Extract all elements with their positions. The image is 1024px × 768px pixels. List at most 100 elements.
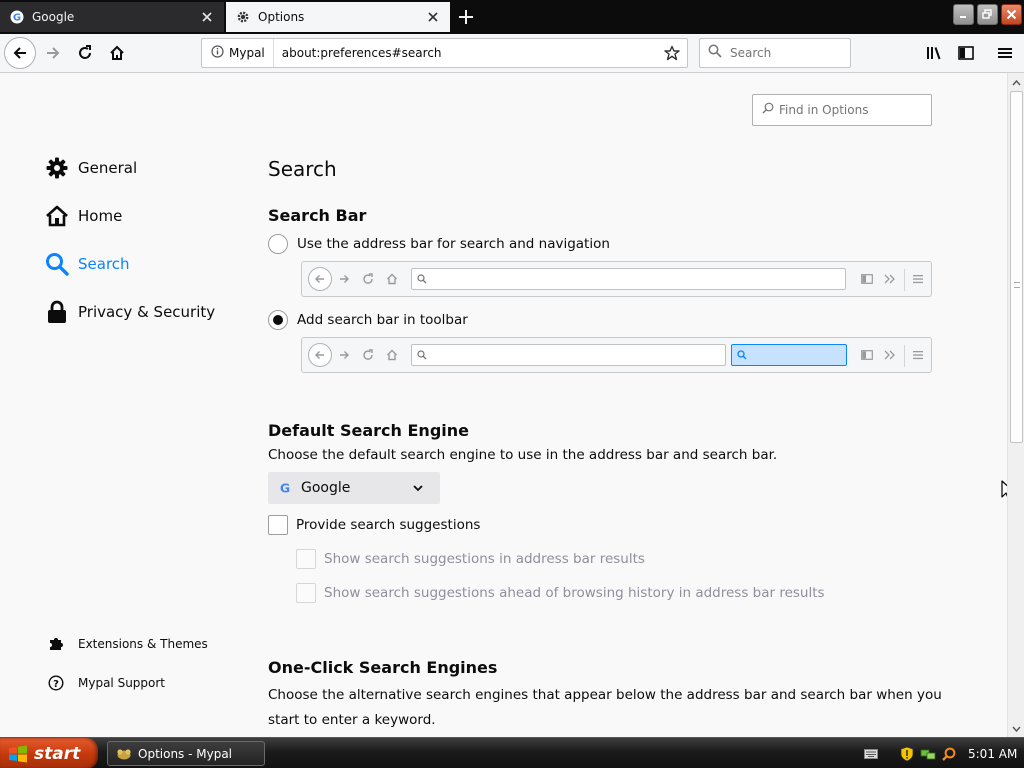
tab-title: Options	[258, 10, 305, 24]
category-privacy-security[interactable]: Privacy & Security	[44, 297, 215, 327]
address-bar-only-preview	[301, 261, 932, 297]
start-button[interactable]: start	[0, 738, 98, 768]
category-label: Home	[78, 207, 123, 225]
category-label: General	[78, 159, 138, 177]
search-icon	[737, 350, 747, 360]
help-icon: ?	[46, 675, 66, 691]
radio-button[interactable]	[268, 234, 288, 254]
extensions-themes-link[interactable]: Extensions & Themes	[46, 633, 208, 655]
search-bar-heading: Search Bar	[268, 206, 367, 225]
one-click-engines-description: Choose the alternative search engines th…	[268, 687, 942, 728]
hamburger-menu-icon	[908, 343, 928, 367]
windows-logo-icon	[8, 745, 28, 763]
default-engine-dropdown[interactable]: G Google	[268, 472, 440, 504]
tab-options[interactable]: Options	[226, 2, 450, 32]
url-text[interactable]: about:preferences#search	[274, 46, 657, 60]
find-in-options-input[interactable]	[779, 103, 929, 117]
sidebar-toggle-button[interactable]	[951, 38, 981, 68]
search-input[interactable]	[730, 46, 840, 60]
system-clock: 5:01 AM	[968, 746, 1018, 761]
svg-text:?: ?	[53, 679, 59, 690]
checkbox-suggestions-in-address-bar[interactable]: Show search suggestions in address bar r…	[296, 549, 645, 569]
svg-text:G: G	[13, 13, 21, 24]
library-button[interactable]	[920, 38, 950, 68]
forward-button[interactable]	[38, 38, 68, 68]
divider	[904, 345, 905, 367]
divider	[904, 269, 905, 291]
google-favicon-icon: G	[10, 10, 24, 24]
preview-address-field	[411, 268, 846, 290]
restore-button[interactable]	[977, 4, 998, 25]
bookmark-star-icon[interactable]	[657, 39, 687, 67]
checkbox[interactable]	[296, 583, 316, 603]
reload-button[interactable]	[70, 38, 100, 68]
back-button[interactable]	[4, 37, 36, 69]
keyboard-icon[interactable]	[864, 748, 878, 759]
address-bar[interactable]: Mypal about:preferences#search	[201, 38, 688, 68]
find-in-options-box[interactable]	[752, 94, 932, 126]
back-arrow-icon	[13, 47, 26, 59]
start-label: start	[34, 743, 81, 764]
close-tab-icon[interactable]	[196, 6, 218, 28]
checkbox-suggestions-ahead-of-history[interactable]: Show search suggestions ahead of browsin…	[296, 583, 825, 603]
home-icon	[382, 267, 402, 291]
home-icon	[44, 203, 70, 229]
category-general[interactable]: General	[44, 153, 137, 183]
scrollbar-thumb[interactable]	[1010, 91, 1023, 443]
chevron-down-icon	[406, 484, 430, 492]
minimize-button[interactable]	[953, 4, 974, 25]
scroll-down-arrow-icon[interactable]	[1009, 721, 1024, 736]
taskbar-item-mypal[interactable]: Options - Mypal	[107, 741, 265, 766]
library-icon	[927, 47, 941, 60]
category-search[interactable]: Search	[44, 249, 130, 279]
support-link[interactable]: ? Mypal Support	[46, 672, 165, 694]
radio-use-address-bar[interactable]: Use the address bar for search and navig…	[268, 234, 610, 254]
tab-strip: G Google Options	[0, 0, 1024, 34]
network-icon[interactable]	[920, 747, 936, 761]
category-label: Search	[78, 255, 130, 273]
search-icon	[44, 251, 70, 277]
hamburger-menu-icon	[998, 48, 1012, 58]
new-tab-button[interactable]	[452, 4, 480, 30]
overflow-chevron-icon	[880, 343, 900, 367]
checkbox[interactable]	[268, 515, 288, 535]
scroll-up-arrow-icon[interactable]	[1009, 75, 1024, 90]
category-home[interactable]: Home	[44, 201, 122, 231]
sidebar-icon	[958, 46, 974, 60]
back-arrow-icon	[308, 343, 332, 367]
reload-icon	[358, 343, 378, 367]
category-label: Privacy & Security	[78, 303, 216, 321]
close-tab-icon[interactable]	[422, 6, 444, 28]
security-shield-icon[interactable]	[900, 746, 914, 762]
default-search-engine-description: Choose the default search engine to use …	[268, 447, 778, 463]
toolbar-search-box[interactable]	[699, 38, 851, 68]
vertical-scrollbar[interactable]	[1007, 73, 1024, 737]
search-icon	[708, 44, 722, 62]
preview-search-field-highlighted	[731, 344, 847, 366]
search-icon[interactable]	[942, 747, 956, 761]
footer-link-label: Mypal Support	[78, 676, 166, 690]
svg-text:G: G	[280, 481, 290, 495]
taskbar-item-label: Options - Mypal	[138, 746, 233, 761]
footer-link-label: Extensions & Themes	[78, 637, 208, 651]
back-arrow-icon	[308, 267, 332, 291]
sidebar-icon	[857, 267, 877, 291]
puzzle-piece-icon	[46, 636, 66, 652]
radio-button[interactable]	[268, 310, 288, 330]
tab-google[interactable]: G Google	[0, 2, 224, 32]
search-bar-in-toolbar-preview	[301, 337, 932, 373]
checkbox-provide-suggestions[interactable]: Provide search suggestions	[268, 515, 480, 535]
info-icon	[211, 45, 224, 61]
close-icon	[1006, 9, 1017, 20]
tab-title: Google	[32, 10, 75, 24]
open-menu-button[interactable]	[990, 38, 1020, 68]
preview-address-field	[411, 344, 726, 366]
radio-add-search-bar[interactable]: Add search bar in toolbar	[268, 310, 468, 330]
home-icon	[382, 343, 402, 367]
home-button[interactable]	[102, 38, 132, 68]
one-click-engines-heading: One-Click Search Engines	[268, 658, 498, 677]
checkbox-label: Show search suggestions in address bar r…	[324, 551, 645, 567]
site-identity-button[interactable]: Mypal	[202, 39, 274, 67]
checkbox[interactable]	[296, 549, 316, 569]
close-window-button[interactable]	[1001, 4, 1022, 25]
